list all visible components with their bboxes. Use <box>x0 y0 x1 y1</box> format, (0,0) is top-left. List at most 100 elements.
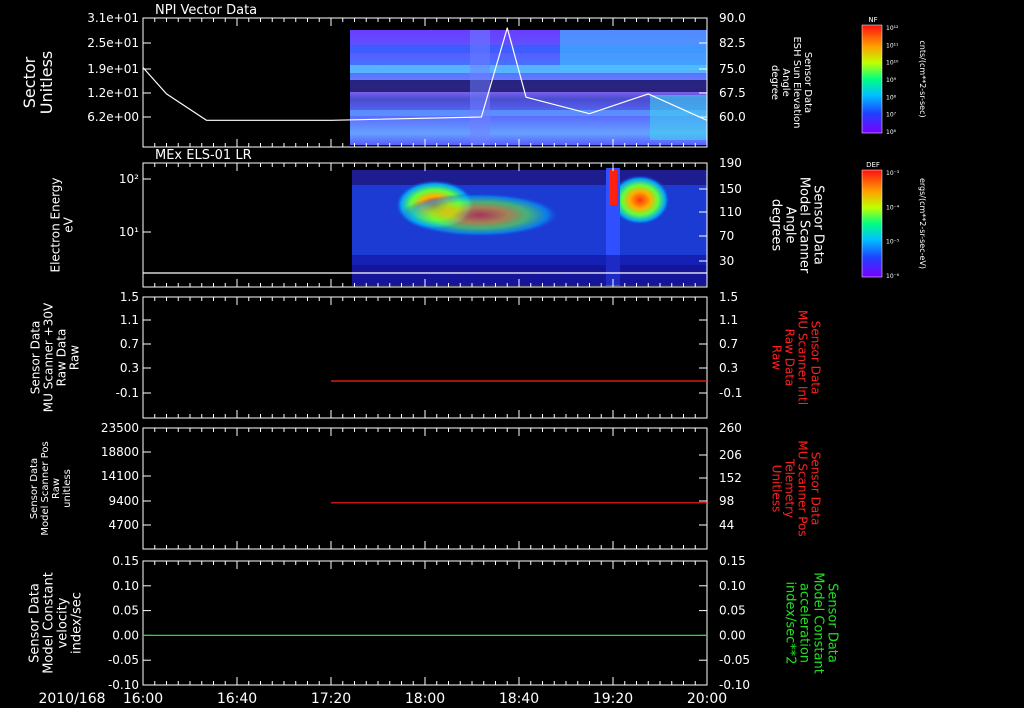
left-tick-label: 0.15 <box>112 554 139 568</box>
right-tick-label: 75.0 <box>719 62 746 76</box>
x-tick-label: 18:40 <box>499 691 539 707</box>
right-axis-label-line: Raw <box>769 345 783 370</box>
right-axis-label-line: MU Scanner Pos <box>795 440 809 536</box>
left-tick-label: 0.3 <box>120 361 139 375</box>
colorbar-units: cnts/(cm**2-sr-sec) <box>918 40 927 117</box>
left-tick-label: 10² <box>119 172 139 186</box>
right-tick-label: 1.5 <box>719 290 738 304</box>
right-axis-label-line: Angle <box>780 68 791 96</box>
colorbar-2: DEF 10⁻³ 10⁻⁴ 10⁻⁵ 10⁻⁶ ergs/(cm**2-sr-sec-eV… <box>861 161 927 280</box>
left-tick-label: -0.1 <box>116 386 139 400</box>
right-axis-label: Sensor DataModel Constantaccelerationind… <box>782 572 839 674</box>
right-tick-label: -0.05 <box>719 653 750 667</box>
left-axis-label-line: Raw <box>51 478 62 499</box>
colorbar-tick-label: 10⁻⁶ <box>886 273 900 280</box>
colorbar-tick-label: 10⁶ <box>886 129 897 136</box>
right-tick-label: 206 <box>719 448 742 462</box>
left-axis-label-line: index/sec <box>70 592 85 654</box>
npi-vector-data-plot: NPI Vector Data 3.1e+01 2.5e+01 1.9e+01 1.2e… <box>20 3 927 707</box>
panel-4 <box>142 427 708 550</box>
left-tick-label: 1.1 <box>120 313 139 327</box>
left-tick-label: 4700 <box>108 518 139 532</box>
right-axis-label-line: index/sec**2 <box>782 581 797 664</box>
right-tick-label: 260 <box>719 421 742 435</box>
right-axis-label-line: Sensor Data <box>824 583 839 663</box>
right-tick-label: 152 <box>719 471 742 485</box>
right-axis-label-line: degree <box>769 65 780 100</box>
colorbar-gradient <box>861 169 883 278</box>
left-axis-label: Sensor Data Model Scanner Pos Raw unitless <box>29 441 73 535</box>
left-tick-label: 0.7 <box>120 337 139 351</box>
left-tick-label: 0.10 <box>112 579 139 593</box>
colorbar-units: ergs/(cm**2-sr-sec-eV) <box>918 178 927 269</box>
right-tick-label: -0.10 <box>719 678 750 692</box>
right-axis-label-line: Sensor Data <box>808 452 822 526</box>
right-axis-label: Sensor DataMU Scanner PosTelemetryUnitle… <box>769 440 822 536</box>
x-tick-label: 19:20 <box>593 691 633 707</box>
right-axis-label-line: Model Scanner <box>796 177 811 274</box>
panel2-spectrogram <box>352 168 707 286</box>
left-tick-label: 0.00 <box>112 628 139 642</box>
panel-title: NPI Vector Data <box>155 3 257 18</box>
left-axis-label-line: Model Scanner Pos <box>40 441 51 535</box>
left-tick-label: 6.2e+00 <box>87 110 139 124</box>
right-tick-label: 0.15 <box>719 554 746 568</box>
colorbar-tick-label: 10¹¹ <box>886 42 899 49</box>
left-axis-label-line: Unitless <box>37 51 56 115</box>
left-tick-label: -0.05 <box>108 653 139 667</box>
left-axis-label: Sensor Data Model Constant velocity index/s… <box>28 572 85 674</box>
right-tick-label: 0.3 <box>719 361 738 375</box>
right-axis-label-line: Sensor Data <box>808 321 822 395</box>
right-axis-label: Sensor DataModel ScannerAngledegrees <box>768 177 825 274</box>
left-tick-label: 14100 <box>101 469 139 483</box>
right-tick-label: 150 <box>719 182 742 196</box>
left-axis-label-line: Sensor Data <box>29 321 43 395</box>
right-tick-label: 110 <box>719 205 742 219</box>
x-tick-label: 16:00 <box>123 691 163 707</box>
left-tick-label: 0.05 <box>112 604 139 618</box>
left-axis-label-line: MU Scanner +30V <box>42 302 56 412</box>
right-axis-label-line: Telemetry <box>782 458 796 518</box>
colorbar-gradient <box>861 24 883 134</box>
right-axis-label-line: Sensor Data <box>810 185 825 265</box>
x-tick-label: 18:00 <box>405 691 445 707</box>
panel-5 <box>142 560 708 686</box>
panel-title: MEx ELS-01 LR <box>155 148 252 163</box>
right-tick-label: 0.00 <box>719 628 746 642</box>
right-tick-label: 70 <box>719 229 734 243</box>
left-axis-label-line: Model Constant <box>42 572 57 674</box>
right-tick-label: 0.10 <box>719 579 746 593</box>
right-axis-label-line: Raw Data <box>782 329 796 387</box>
x-tick-label: 16:40 <box>217 691 257 707</box>
colorbar-tick-label: 10⁸ <box>886 94 897 101</box>
colorbar-tick-label: 10⁷ <box>886 112 897 119</box>
right-tick-label: 44 <box>719 518 734 532</box>
left-axis-label-line: velocity <box>56 597 71 648</box>
left-tick-label: 1.5 <box>120 290 139 304</box>
panel-frame <box>142 296 708 419</box>
panel1-spectrogram <box>350 30 707 145</box>
colorbar-1: NF 10¹² 10¹¹ 10¹⁰ 10⁹ 10⁸ 10⁷ 10⁶ cnts/(cm**2-sr… <box>861 16 927 136</box>
panel-frame <box>142 427 708 550</box>
left-tick-label: 10¹ <box>119 225 139 239</box>
right-tick-label: 90.0 <box>719 11 746 25</box>
right-tick-label: 60.0 <box>719 110 746 124</box>
colorbar-badge: NF <box>868 16 877 24</box>
right-axis-label-line: ESH Sun Elevation <box>791 36 802 128</box>
right-tick-label: 0.05 <box>719 604 746 618</box>
left-tick-label: 23500 <box>101 421 139 435</box>
left-axis-label-line: Electron Energy <box>49 177 63 272</box>
right-tick-label: 67.5 <box>719 86 746 100</box>
right-tick-label: -0.1 <box>719 386 742 400</box>
x-tick-label: 20:00 <box>687 691 727 707</box>
left-axis-label-line: Sensor Data <box>28 583 43 663</box>
left-tick-label: 18800 <box>101 445 139 459</box>
left-tick-label: 3.1e+01 <box>87 11 139 25</box>
right-tick-label: 30 <box>719 254 734 268</box>
right-tick-label: 190 <box>719 156 742 170</box>
right-tick-label: 82.5 <box>719 36 746 50</box>
colorbar-units-text: cnts/(cm**2-sr-sec) <box>918 40 927 117</box>
colorbar-tick-label: 10¹⁰ <box>886 60 899 67</box>
left-tick-label: 2.5e+01 <box>87 36 139 50</box>
left-axis-label-line: Sensor Data <box>29 458 40 519</box>
